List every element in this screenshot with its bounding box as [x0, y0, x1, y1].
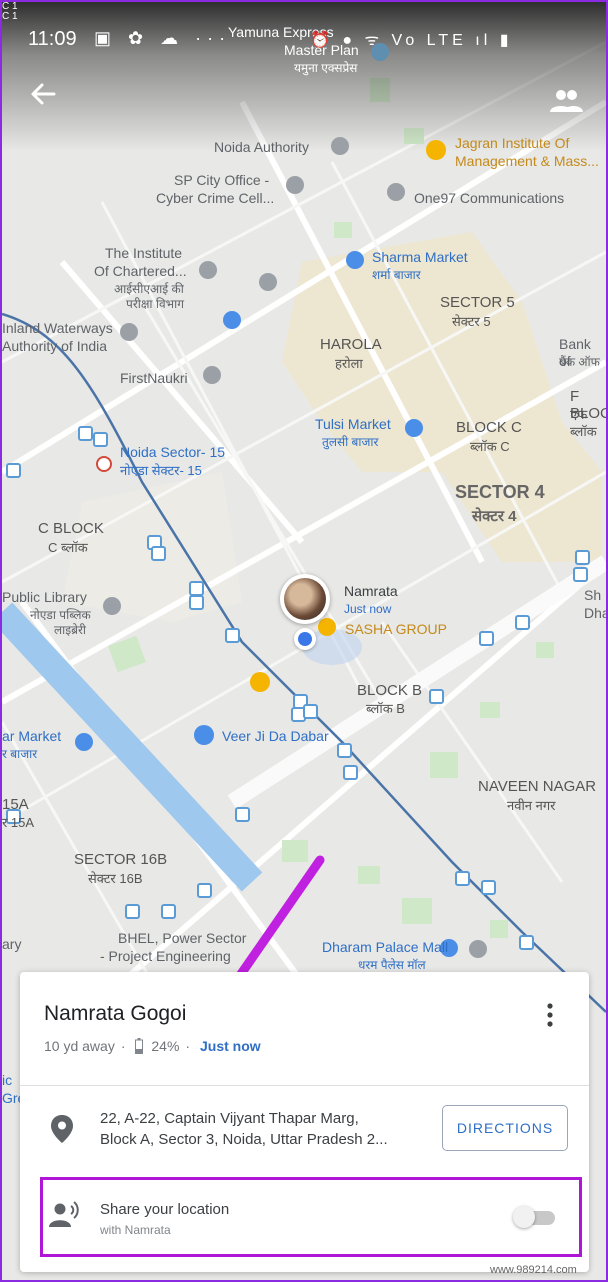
map-label-sector-5: SECTOR 5 [440, 294, 515, 311]
map-label-sasha-group: SASHA GROUP [345, 621, 447, 637]
map-label-market-left-2: र बाजार [2, 747, 38, 761]
status-bar: 11:09 ▣ ✿ ☁ ··· ⏰ ● ᯤ Vo LTE ıl ▮ [2, 24, 606, 60]
map-label-public-library: Public Library [2, 589, 87, 605]
map-label-tulsi-market: Tulsi Market [315, 416, 391, 432]
person-name: Namrata Gogoi [44, 1002, 187, 1025]
map-label-naveen-nagar-2: नवीन नगर [507, 798, 556, 813]
people-button[interactable] [546, 86, 586, 116]
map-label-dharam-palace: Dharam Palace Mall [322, 939, 449, 955]
map-label-noida-authority: Noida Authority [214, 139, 309, 155]
map-label-harola-2: हरोला [335, 356, 363, 371]
avatar [284, 578, 326, 620]
map-label-public-library-3: लाइब्रेरी [54, 623, 87, 637]
address-line-1: 22, A-22, Captain Vijyant Thapar Marg, [100, 1110, 359, 1127]
person-meta: 10 yd away · 24% · Just now [44, 1038, 261, 1054]
more-options-button[interactable] [540, 1000, 560, 1030]
map-label-sector-5-2: सेक्टर 5 [452, 314, 491, 329]
map-label-tulsi-market-2: तुलसी बाजार [322, 435, 379, 449]
battery-level: 24% [151, 1038, 180, 1054]
map-label-noida-sector-15-2: नोएडा सेक्टर- 15 [120, 463, 202, 478]
map-label-sector-16b: SECTOR 16B [74, 851, 168, 868]
map-label-15a: 15A [2, 796, 29, 813]
map-label-sharma-market: Sharma Market [372, 249, 468, 265]
arrow-left-icon [31, 83, 56, 105]
directions-button[interactable]: DIRECTIONS [442, 1105, 568, 1151]
map-label-dha: Dha [584, 605, 608, 621]
notification-icons: ▣ ✿ ☁ ··· [94, 28, 232, 48]
map-label-harola: HAROLA [320, 336, 382, 353]
map-label-bank-2: बैंक ऑफ [559, 355, 600, 369]
share-location-icon [49, 1201, 79, 1227]
people-icon [550, 90, 583, 112]
share-location-subtitle: with Namrata [100, 1223, 171, 1237]
map-label-bhel: BHEL, Power Sector [118, 930, 247, 946]
map-label-sector-4-2: सेक्टर 4 [472, 508, 517, 525]
map-label-one97: One97 Communications [414, 190, 565, 206]
distance-text: 10 yd away [44, 1038, 115, 1054]
map-label-ary: ary [2, 936, 22, 952]
back-button[interactable] [24, 74, 64, 114]
map-label-block-b-2: ब्लॉक B [366, 701, 405, 716]
user-avatar-marker[interactable] [280, 574, 330, 624]
more-vert-icon [547, 1003, 553, 1027]
map-label-block-c: BLOCK C [456, 419, 522, 436]
map-label-institute: The Institute [105, 245, 183, 261]
share-location-toggle[interactable] [513, 1206, 557, 1228]
map-label-market-left: ar Market [2, 728, 62, 744]
map-label-sp-city-2: Cyber Crime Cell... [156, 190, 275, 206]
map-label-inland-waterways: Inland Waterways [2, 320, 113, 336]
map-label-sector-16b-2: सेक्टर 16B [88, 871, 143, 886]
map-label-firstnaukri: FirstNaukri [120, 370, 188, 386]
map-label-block-b: BLOCK B [357, 682, 423, 699]
map-label-15a-2: र 15A [2, 815, 35, 830]
system-icons: ⏰ ● ᯤ Vo LTE ıl ▮ [310, 32, 513, 49]
map-label-block-c-2: ब्लॉक C [470, 439, 510, 454]
avatar-time-label: Just now [344, 602, 392, 616]
address-text: 22, A-22, Captain Vijyant Thapar Marg, B… [100, 1108, 430, 1150]
map-label-bhel-2: - Project Engineering [100, 948, 231, 964]
avatar-name-label: Namrata [344, 583, 398, 599]
location-pin-icon [51, 1115, 73, 1143]
last-updated: Just now [199, 1038, 261, 1054]
map-label-noida-sector-15: Noida Sector- 15 [120, 444, 226, 460]
card-divider [20, 1085, 589, 1086]
map-label-left-ic: ic [2, 1072, 13, 1088]
status-time: 11:09 [28, 28, 77, 50]
map-label-institute-4: परीक्षा विभाग [126, 297, 184, 311]
map-label-jagran: Jagran Institute Of [455, 135, 570, 151]
map-label-c-block-2: C ब्लॉक [48, 540, 88, 555]
map-label-sharma-market-2: शर्मा बाजार [372, 268, 421, 282]
current-location-dot [294, 628, 316, 650]
share-location-title: Share your location [100, 1201, 230, 1218]
map-label-f-block-2: एफ ब्लॉक [570, 407, 597, 439]
map-label-inland-waterways-2: Authority of India [2, 338, 108, 354]
map-label-sector-4: SECTOR 4 [455, 482, 545, 502]
screen: Yamuna Express Master Plan यमुना एक्सप्र… [0, 0, 608, 1282]
map-label-veer-ji: Veer Ji Da Dabar [222, 728, 329, 744]
map-label-c-block: C BLOCK [38, 520, 104, 537]
map-label-sp-city: SP City Office - [174, 172, 270, 188]
status-bar-corner-text: C 1 C 1 [2, 1, 18, 22]
watermark: www.989214.com [490, 1264, 577, 1276]
person-details-card: Namrata Gogoi 10 yd away · 24% · Just now … [20, 972, 589, 1272]
map-label-yamuna-3: यमुना एक्सप्रेस [294, 61, 358, 75]
battery-icon [135, 1038, 144, 1054]
share-location-row[interactable]: Share your location with Namrata [40, 1177, 582, 1257]
address-line-2: Block A, Sector 3, Noida, Uttar Pradesh … [100, 1131, 388, 1148]
map-label-sh: Sh [584, 587, 602, 603]
map-label-jagran-2: Management & Mass... [455, 153, 599, 169]
map-label-institute-2: Of Chartered... [94, 263, 187, 279]
map-label-naveen-nagar: NAVEEN NAGAR [478, 778, 597, 795]
